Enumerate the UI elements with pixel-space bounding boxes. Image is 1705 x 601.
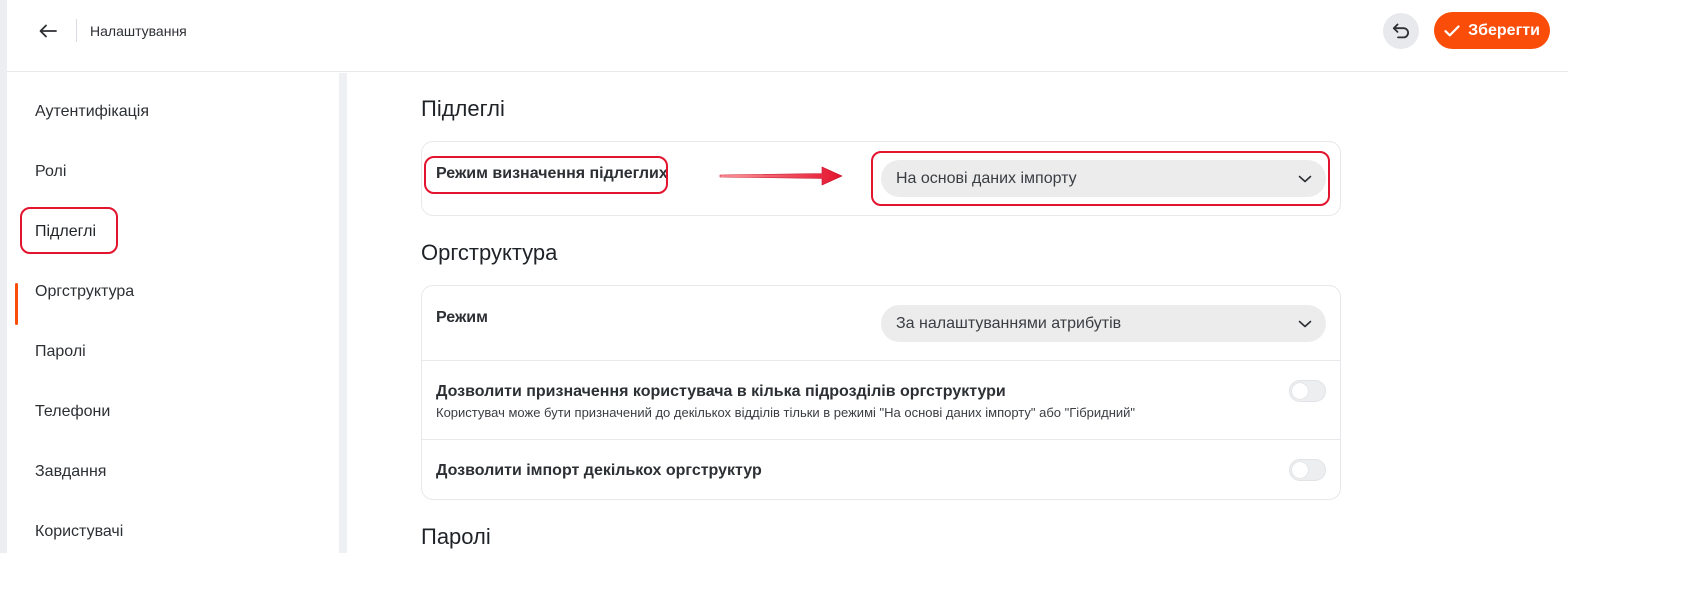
- multi-assign-toggle[interactable]: [1289, 380, 1326, 402]
- left-edge-strip: [0, 0, 7, 553]
- sidebar-item-roles[interactable]: Ролі: [35, 163, 66, 181]
- orgstructure-card: Режим За налаштуваннями атрибутів Дозвол…: [421, 285, 1341, 500]
- sidebar-item-phones[interactable]: Телефони: [35, 403, 110, 421]
- row-divider: [422, 360, 1340, 361]
- toggle-knob: [1292, 383, 1308, 399]
- orgstructure-mode-select[interactable]: За налаштуваннями атрибутів: [881, 305, 1326, 342]
- annotation-arrow-icon: [719, 166, 843, 186]
- check-icon: [1444, 24, 1460, 36]
- multi-assign-description: Користувач може бути призначений до декі…: [436, 405, 1136, 420]
- sidebar-gutter: [339, 73, 347, 553]
- settings-sidebar: Аутентифікація Ролі Підлеглі Оргструктур…: [7, 73, 339, 553]
- subordinates-mode-label: Режим визначення підлеглих: [436, 165, 668, 182]
- subordinates-mode-value: На основі даних імпорту: [896, 169, 1077, 187]
- toggle-knob: [1292, 462, 1308, 478]
- sidebar-item-subordinates[interactable]: Підлеглі: [35, 223, 96, 241]
- sidebar-item-authentication[interactable]: Аутентифікація: [35, 103, 149, 121]
- multi-import-toggle[interactable]: [1289, 459, 1326, 481]
- sidebar-active-indicator: [15, 283, 18, 325]
- save-button[interactable]: Зберегти: [1434, 12, 1550, 49]
- save-button-label: Зберегти: [1468, 21, 1540, 39]
- orgstructure-mode-value: За налаштуваннями атрибутів: [896, 314, 1122, 332]
- section-title-orgstructure: Оргструктура: [421, 240, 558, 265]
- chevron-down-icon: [1298, 320, 1312, 327]
- row-divider: [422, 439, 1340, 440]
- sidebar-item-orgstructure[interactable]: Оргструктура: [35, 283, 134, 301]
- top-header: Налаштування Зберегти: [7, 0, 1568, 72]
- section-title-subordinates: Підлеглі: [421, 96, 505, 121]
- undo-icon: [1392, 23, 1409, 39]
- page-title: Налаштування: [90, 23, 187, 39]
- subordinates-card: Режим визначення підлеглих На основі дан…: [421, 141, 1341, 216]
- multi-import-label: Дозволити імпорт декількох оргструктур: [436, 462, 762, 479]
- sidebar-item-passwords[interactable]: Паролі: [35, 343, 86, 361]
- chevron-down-icon: [1298, 175, 1312, 182]
- sidebar-item-users[interactable]: Користувачі: [35, 523, 123, 541]
- sidebar-item-tasks[interactable]: Завдання: [35, 463, 106, 481]
- section-title-passwords: Паролі: [421, 524, 491, 549]
- orgstructure-mode-label: Режим: [436, 309, 488, 326]
- arrow-left-icon: [39, 24, 57, 38]
- multi-assign-label: Дозволити призначення користувача в кіль…: [436, 383, 1006, 400]
- undo-button[interactable]: [1383, 13, 1419, 49]
- subordinates-mode-select[interactable]: На основі даних імпорту: [881, 160, 1326, 197]
- back-button[interactable]: [37, 20, 59, 42]
- header-divider: [76, 19, 77, 42]
